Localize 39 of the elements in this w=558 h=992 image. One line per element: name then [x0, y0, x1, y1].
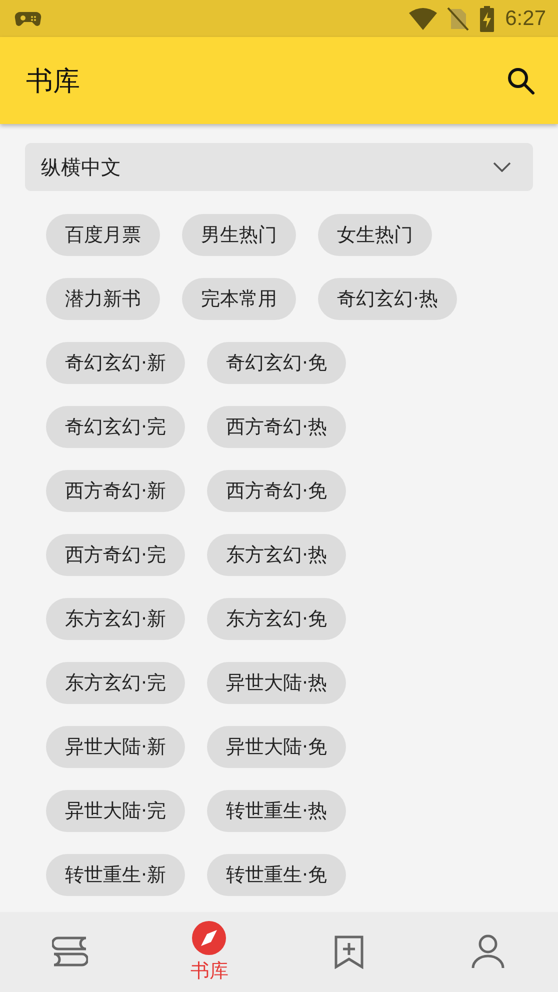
books-icon: [52, 936, 88, 968]
tag-chip[interactable]: 异世大陆·新: [46, 726, 186, 768]
tag-chip[interactable]: 西方奇幻·免: [207, 470, 346, 512]
tag-chip[interactable]: 异世大陆·免: [207, 726, 346, 768]
compass-icon: [191, 920, 228, 956]
chevron-down-icon: [493, 162, 511, 172]
tag-chip[interactable]: 东方玄幻·新: [46, 598, 186, 640]
tag-chip[interactable]: 西方奇幻·新: [46, 470, 186, 512]
tag-chip[interactable]: 奇幻玄幻·热: [318, 278, 458, 320]
tag-chip[interactable]: 转世重生·新: [46, 854, 186, 896]
tag-chip[interactable]: 异世大陆·热: [207, 662, 346, 704]
wifi-icon: [409, 8, 438, 30]
tag-chip[interactable]: 转世重生·免: [207, 854, 346, 896]
tag-chip[interactable]: 奇幻玄幻·免: [207, 342, 346, 384]
tag-chip[interactable]: 奇幻玄幻·新: [46, 342, 186, 384]
gamepad-icon: [14, 10, 42, 28]
tag-chip[interactable]: 异世大陆·完: [46, 790, 186, 832]
tag-chip[interactable]: 东方玄幻·热: [207, 534, 346, 576]
tag-chip[interactable]: 西方奇幻·完: [46, 534, 186, 576]
page-title: 书库: [26, 64, 80, 98]
tag-chip[interactable]: 东方玄幻·免: [207, 598, 346, 640]
tag-chip[interactable]: 潜力新书: [46, 278, 160, 320]
person-icon: [471, 934, 506, 970]
tag-chip[interactable]: 女生热门: [318, 214, 432, 256]
tag-chip[interactable]: 男生热门: [182, 214, 296, 256]
tag-chip[interactable]: 百度月票: [46, 214, 160, 256]
tag-chip[interactable]: 东方玄幻·完: [46, 662, 186, 704]
tag-chip[interactable]: 转世重生·热: [207, 790, 346, 832]
tag-chip[interactable]: 完本常用: [182, 278, 296, 320]
source-dropdown[interactable]: 纵横中文: [25, 143, 533, 191]
no-sim-icon: [447, 6, 470, 30]
battery-charging-icon: [479, 6, 496, 32]
tag-chip[interactable]: 奇幻玄幻·完: [46, 406, 186, 448]
tag-chip[interactable]: 西方奇幻·热: [207, 406, 346, 448]
nav-tab[interactable]: 书库: [140, 912, 279, 992]
bookmark-add-icon: [334, 935, 364, 969]
search-icon[interactable]: [506, 66, 536, 96]
nav-label: 书库: [190, 959, 228, 984]
clock-time: 6:27: [505, 6, 546, 30]
